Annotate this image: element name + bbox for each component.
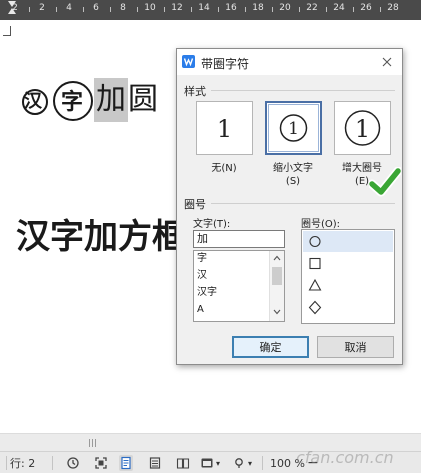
document-line-1: 汉 字 加 圆 [18, 78, 158, 122]
style-section-label: 样式 [184, 85, 206, 98]
cancel-button[interactable]: 取消 [317, 336, 394, 358]
dialog-title: 带圈字符 [201, 57, 250, 71]
style-shrink-caption: 缩小文字 (S) [273, 163, 313, 187]
ok-button[interactable]: 确定 [232, 336, 309, 358]
margin-corner-mark [3, 26, 11, 36]
page-view-icon[interactable] [119, 455, 133, 471]
ruler-label: 22 [306, 3, 318, 13]
ruler-tick [271, 7, 273, 12]
ruler-label: 20 [279, 3, 291, 13]
ruler-label: 26 [360, 3, 372, 13]
scroll-up-icon[interactable] [273, 255, 281, 261]
ruler-label: 2 [39, 3, 45, 13]
ruler-label: 6 [93, 3, 99, 13]
close-icon[interactable] [372, 49, 402, 75]
ruler-tick [379, 7, 381, 12]
ruler-tick [244, 7, 246, 12]
ruler-tick [325, 7, 327, 12]
char-list-scrollbar[interactable] [269, 251, 284, 321]
enclosed-char-small: 汉 [18, 85, 48, 115]
style-section-divider [211, 90, 395, 91]
enclosure-option-square[interactable] [303, 253, 393, 274]
scroll-down-icon[interactable] [273, 309, 281, 315]
char-list-item[interactable]: 字 [197, 252, 207, 266]
ruler-label: 14 [198, 3, 210, 13]
enclosure-option-diamond[interactable] [303, 297, 393, 318]
style-enlarge-symbol-option[interactable]: 1 [334, 101, 391, 155]
ruler-tick [55, 7, 57, 12]
ruler-label: 4 [66, 3, 72, 13]
ruler-label: 24 [333, 3, 345, 13]
selected-char[interactable]: 加 [94, 78, 128, 122]
reading-view-icon[interactable] [176, 455, 190, 471]
outline-view-icon[interactable] [148, 455, 162, 471]
enclosure-section-label: 圈号 [184, 198, 206, 211]
ruler-label: 8 [120, 3, 126, 13]
ruler-tick [163, 7, 165, 12]
style-none-caption: 无(N) [211, 163, 237, 174]
ruler-label: 16 [225, 3, 237, 13]
enclosed-char-dialog: 带圈字符 样式 1 1 1 无(N) 缩小文字 (S) 增大圈号 (E) 圈号 … [176, 48, 403, 365]
trailing-text: 圆 [128, 82, 158, 117]
style-none-option[interactable]: 1 [196, 101, 253, 155]
enclosure-option-circle[interactable] [303, 231, 393, 252]
svg-text:1: 1 [288, 119, 299, 139]
text-field-label: 文字(T): [193, 219, 231, 230]
char-list-item[interactable]: A [197, 303, 204, 317]
enclosure-list[interactable] [301, 229, 395, 324]
ruler-tick [109, 7, 111, 12]
ruler-tick [28, 7, 30, 12]
dialog-app-icon [182, 55, 195, 68]
top-ruler[interactable]: 2 2 4 6 8 10 12 14 16 18 20 22 24 26 28 [0, 0, 421, 20]
enclosed-char-large: 字 [52, 80, 93, 121]
scrollbar-grip[interactable] [87, 439, 99, 447]
ruler-tick [298, 7, 300, 12]
style-none-glyph: 1 [217, 115, 232, 143]
line-indicator[interactable]: 行: 2 [10, 455, 35, 471]
ruler-label: 28 [387, 3, 399, 13]
ruler-tick [217, 7, 219, 12]
ruler-label: 18 [252, 3, 264, 13]
style-shrink-text-option[interactable]: 1 [265, 101, 322, 155]
web-view-icon[interactable]: ▾ [200, 455, 220, 471]
ruler-label: 2 [12, 3, 18, 13]
ruler-tick [136, 7, 138, 12]
svg-text:1: 1 [355, 115, 370, 143]
char-list-item[interactable]: 汉字 [197, 286, 217, 300]
ruler-label: 12 [171, 3, 183, 13]
history-icon[interactable] [66, 455, 80, 471]
watermark: cfan.com.cn [296, 448, 394, 467]
char-list[interactable]: 字 汉 汉字 A [193, 250, 285, 322]
checkmark-icon [369, 167, 401, 197]
fullscreen-icon[interactable] [94, 455, 108, 471]
ruler-tick [82, 7, 84, 12]
eye-icon[interactable]: ▾ [232, 455, 252, 471]
ruler-tick [352, 7, 354, 12]
ruler-label: 10 [144, 3, 156, 13]
text-input[interactable]: 加 [193, 230, 285, 248]
enclosure-field-label: 圈号(O): [301, 219, 341, 230]
dialog-titlebar[interactable]: 带圈字符 [177, 49, 402, 75]
enclosure-option-triangle[interactable] [303, 275, 393, 296]
ruler-tick [190, 7, 192, 12]
char-list-item[interactable]: 汉 [197, 269, 207, 283]
document-line-2: 汉字加方框 [16, 217, 186, 257]
char-list-scroll-thumb[interactable] [272, 267, 282, 285]
enclosure-section-divider [211, 203, 395, 204]
